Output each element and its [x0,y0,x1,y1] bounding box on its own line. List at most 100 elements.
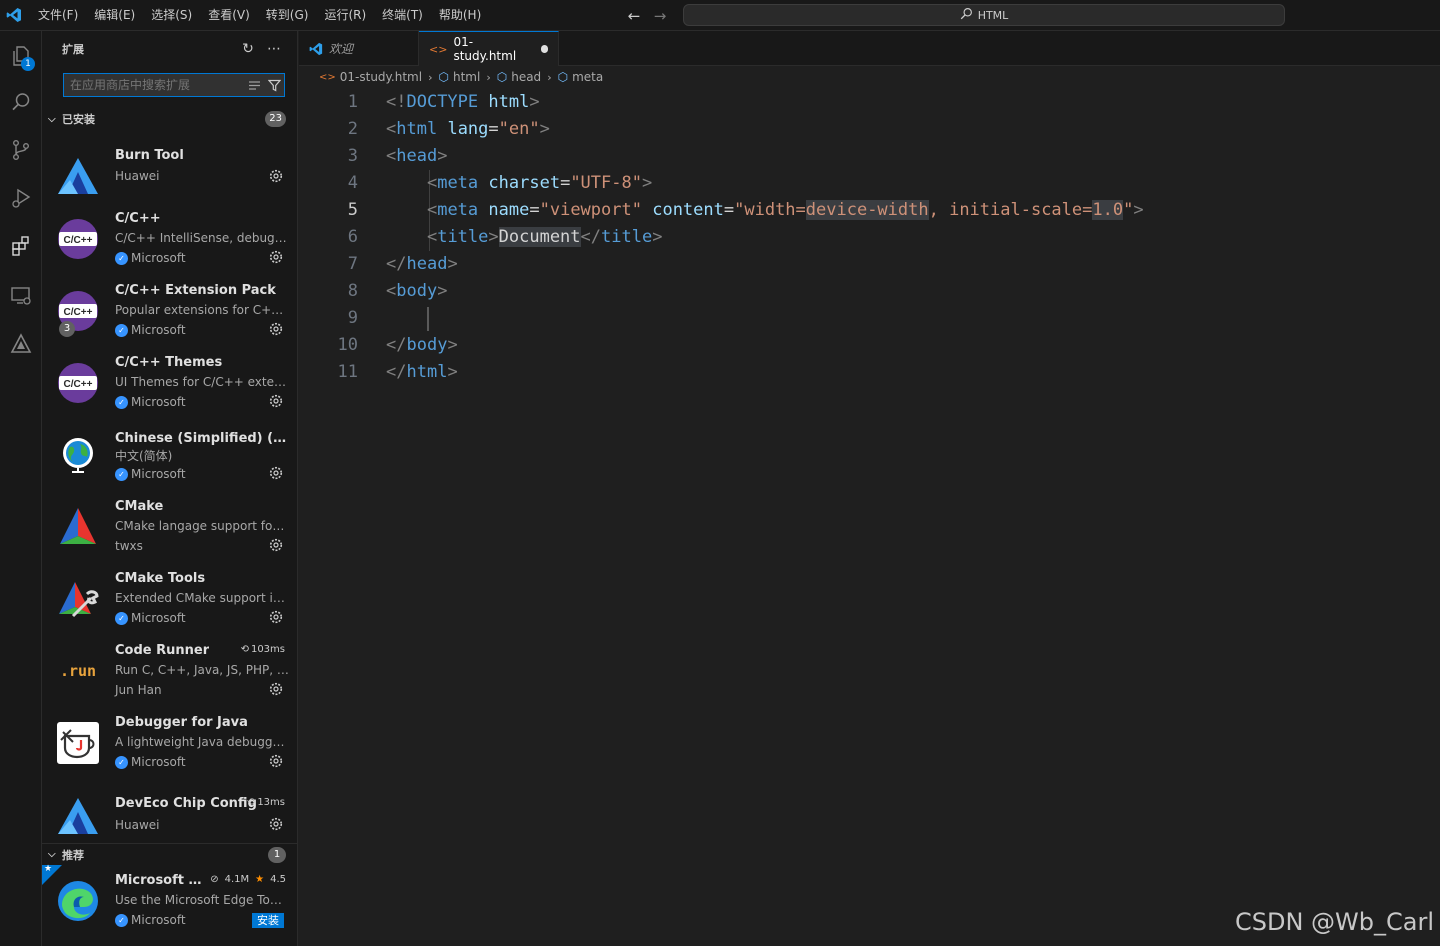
breadcrumb-item[interactable]: html [453,70,480,84]
install-button[interactable]: 安装 [252,913,284,928]
tab-welcome[interactable]: 欢迎 [299,31,419,66]
extension-name: DevEco Chip Config [115,796,257,811]
extension-item-debugger-for-java[interactable]: Debugger for Java A lightweight Java deb… [42,707,297,779]
download-count: 4.1M [224,874,250,885]
source-control-icon [12,140,29,161]
line-number: 11 [337,362,358,382]
extension-item-cmake[interactable]: CMake CMake langage support for Visual S… [42,491,297,563]
extension-item-cpp-themes[interactable]: C/C++ C/C++ Themes UI Themes for C/C++ e… [42,347,297,419]
menu-selection[interactable]: 选择(S) [143,0,200,31]
menu-file[interactable]: 文件(F) [30,0,86,31]
code-line: 3 <head> [299,143,1440,170]
extensions-button[interactable] [0,225,42,267]
extension-publisher: Huawei [115,169,160,183]
extension-name: CMake Tools [115,571,206,586]
installed-count-badge: 23 [265,111,286,127]
unsaved-dot-icon[interactable] [541,45,548,53]
manage-gear-icon[interactable] [268,753,284,769]
extension-item-microsoft-edge-tools[interactable]: ★ Microsoft Edge Tools for VS Code ⊘ 4.1M… [42,864,297,937]
deveco-button[interactable] [0,323,42,365]
forward-arrow-icon[interactable]: → [650,6,670,26]
line-number: 6 [347,227,358,247]
menu-view[interactable]: 查看(V) [200,0,258,31]
extension-description: Popular extensions for C++ development i… [115,303,289,317]
extension-item-cpp-extension-pack[interactable]: C/C++ 3 C/C++ Extension Pack Popular ext… [42,275,297,347]
more-actions-icon[interactable]: ⋯ [265,41,283,57]
manage-gear-icon[interactable] [268,321,284,337]
tab-01-study-html[interactable]: <> 01-study.html [419,31,559,66]
back-arrow-icon[interactable]: ← [624,6,644,26]
manage-gear-icon[interactable] [268,681,284,697]
extension-item-cpp[interactable]: C/C++ C/C++ C/C++ IntelliSense, debuggin… [42,203,297,275]
search-button[interactable] [0,81,42,123]
manage-gear-icon[interactable] [268,465,284,481]
filter-icon[interactable] [266,76,282,94]
extension-item-burn-tool[interactable]: Burn Tool Huawei [42,140,297,212]
extension-item-cmake-tools[interactable]: CMake Tools Extended CMake support in Vi… [42,563,297,635]
extension-description: UI Themes for C/C++ extension. [115,375,289,389]
manage-gear-icon[interactable] [268,393,284,409]
verified-badge-icon: ✓ [115,251,128,265]
code-line: 7 </head> [299,251,1440,278]
menu-run[interactable]: 运行(R) [316,0,374,31]
breadcrumb-item[interactable]: meta [572,70,603,84]
extension-name: Microsoft Edge Tools for VS Code [115,873,207,888]
manage-gear-icon[interactable] [268,816,284,832]
run-debug-button[interactable] [0,177,42,219]
code-editor[interactable]: 1 <!DOCTYPE html> 2 <html lang="en"> 3 <hea… [299,89,1440,386]
extension-name: C/C++ Extension Pack [115,283,276,298]
manage-gear-icon[interactable] [268,168,284,184]
search-icon [12,93,30,111]
line-number: 1 [347,92,358,112]
huawei-deveco-logo-icon [56,154,100,198]
menu-help[interactable]: 帮助(H) [431,0,489,31]
breadcrumb-item[interactable]: head [511,70,541,84]
line-number: 3 [347,146,358,166]
line-number: 10 [337,335,358,355]
extension-item-chinese-language-pack[interactable]: Chinese (Simplified) (简体中文) Language Pac… [42,419,297,491]
element-cube-icon: ⬡ [438,70,449,84]
manage-gear-icon[interactable] [268,609,284,625]
svg-text:C/C++: C/C++ [64,379,93,390]
extension-search-box[interactable] [63,73,285,97]
manage-gear-icon[interactable] [268,249,284,265]
menu-edit[interactable]: 编辑(E) [86,0,143,31]
recommended-section-header[interactable]: ⌵ 推荐 1 [42,843,297,865]
cmake-logo-icon [56,505,100,549]
breadcrumb-item[interactable]: 01-study.html [340,70,422,84]
menu-terminal[interactable]: 终端(T) [374,0,431,31]
extension-name: Code Runner [115,643,210,658]
extension-item-code-runner[interactable]: .run Code Runner ⟲ 103ms Run C, C++, Java… [42,635,297,707]
extension-description: 中文(简体) [115,449,173,463]
code-line-current: 5 <meta name="viewport" content="width=d… [299,197,1440,224]
extension-publisher: ✓ Microsoft [115,251,186,265]
extension-name: C/C++ [115,211,161,226]
source-control-button[interactable] [0,129,42,171]
clear-filter-icon[interactable] [246,76,262,94]
extension-publisher: ✓ Microsoft [115,323,186,337]
line-number: 9 [347,308,358,328]
code-line: 8 <body> [299,278,1440,305]
command-center[interactable]: HTML [683,4,1285,26]
remote-explorer-button[interactable] [0,275,42,317]
cpp-logo-icon: C/C++ [56,361,100,405]
chevron-down-icon: ⌵ [48,849,56,860]
menu-go[interactable]: 转到(G) [258,0,317,31]
vscode-logo-icon [0,0,28,31]
installed-label: 已安装 [62,113,95,126]
explorer-button[interactable]: 1 [0,35,42,77]
watermark: CSDN @Wb_Carl [1234,908,1434,936]
extension-name: Chinese (Simplified) (简体中文) Language Pac… [115,431,291,446]
svg-text:C/C++: C/C++ [64,307,93,318]
run-debug-icon [12,188,31,208]
extension-search-input[interactable] [70,78,240,92]
text-cursor [427,307,429,331]
manage-gear-icon[interactable] [268,537,284,553]
refresh-icon[interactable]: ↻ [239,41,257,57]
rating-star-icon: ★ [255,874,265,885]
extension-item-deveco-chip-config[interactable]: DevEco Chip Config ⟲ 13ms Huawei [42,788,297,848]
activity-bar: 1 [0,31,42,946]
code-line: 9 [299,305,1440,332]
extension-stats: ⊘ 4.1M ★ 4.5 [210,874,286,885]
installed-section-header[interactable]: ⌵ 已安装 23 [42,108,297,130]
